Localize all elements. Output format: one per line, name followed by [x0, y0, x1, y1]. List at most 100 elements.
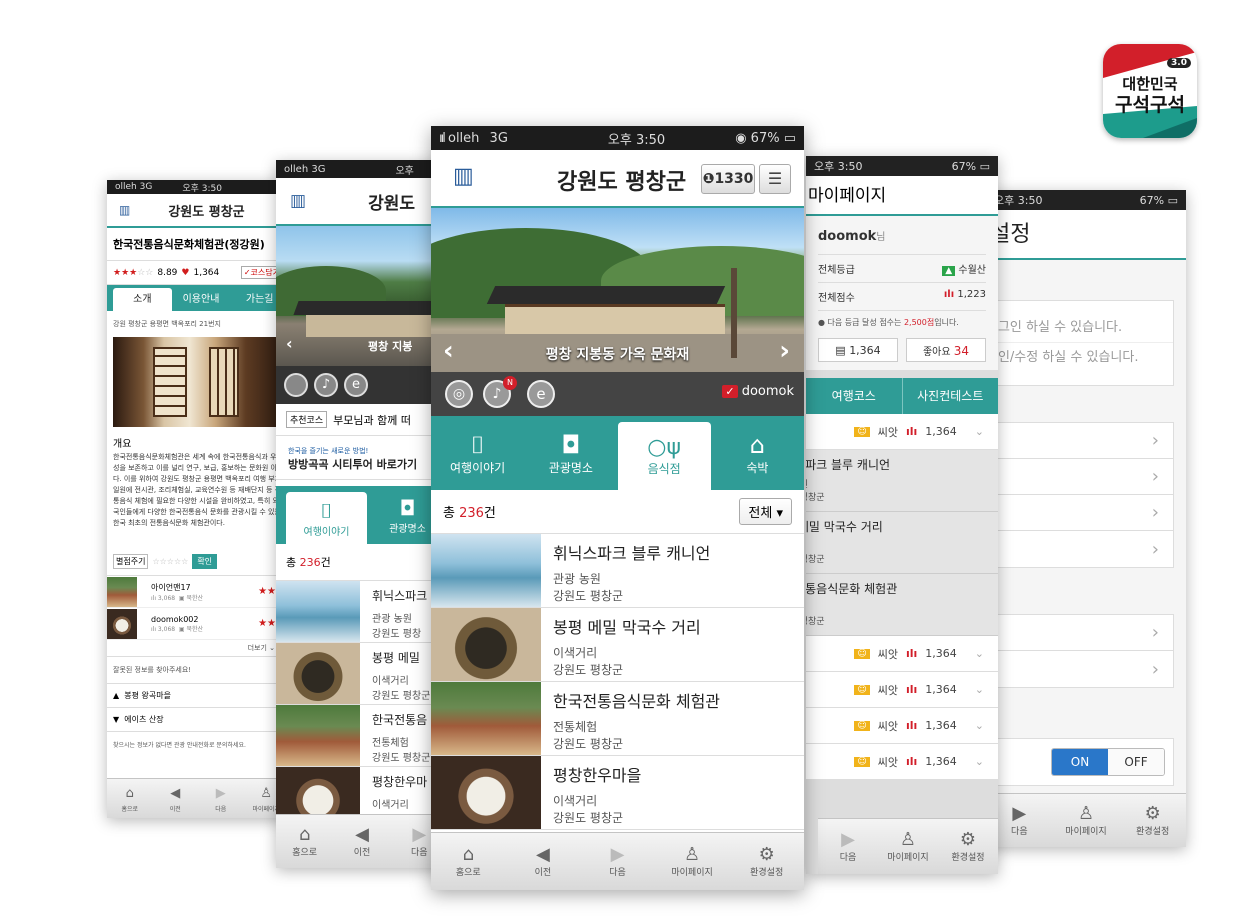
tab-home[interactable]: ⌂ 홈으로 [431, 833, 506, 890]
category-attractions[interactable]: ◘ 관광명소 [524, 416, 617, 490]
tab-usage[interactable]: 이용안내 [172, 288, 231, 311]
result-count: 총 236건 [443, 506, 496, 521]
tab-settings[interactable]: ⚙ 환경설정 [729, 833, 804, 890]
tab-intro[interactable]: 소개 [113, 288, 172, 311]
tab-next[interactable]: ▶ 다음 [580, 833, 655, 890]
tab-back[interactable]: ◀ 이전 [333, 815, 390, 868]
next-grade-note: ● 다음 등급 달성 점수는 2,500점입니다. [818, 310, 986, 334]
e-icon[interactable]: e [344, 373, 368, 397]
tab-mypage[interactable]: ♙ 마이페이지 [1053, 794, 1120, 847]
tab-next[interactable]: ▶ 다음 [198, 779, 244, 818]
tab-settings[interactable]: ⚙ 환경설정 [1119, 794, 1186, 847]
mypage-screen: 오후 3:50 67% ▭ 마이페이지 doomok님 전체등급 ▲ 수월산 전체… [806, 156, 998, 874]
item-category: 전통체험 [553, 720, 598, 734]
hotline-button[interactable]: ❶1330 [701, 164, 755, 194]
category-lodging[interactable]: ⌂ 숙박 [711, 416, 804, 490]
mic-icon[interactable]: ♪ N [483, 376, 517, 408]
stat-button[interactable]: ▤ 1,364 [818, 338, 898, 362]
item-category: 이색거리 [372, 676, 409, 687]
settings-row[interactable]: › [986, 651, 1173, 687]
more-link[interactable]: 더보기 ⌄ [107, 640, 289, 656]
nearby-link[interactable]: ▼ 에이츠 산장 [107, 707, 289, 732]
mic-icon[interactable]: ♪ [314, 373, 338, 397]
list-item[interactable]: 봉평 메밀 막국수 거리이색거리강원도 평창군 [431, 608, 804, 682]
tab-mypage[interactable]: ♙ 마이페이지 [655, 833, 730, 890]
list-item[interactable]: ☺ 씨앗 ılı 1,364 ⌄ [806, 636, 998, 672]
list-item[interactable]: 휘닉스파크 블루 캐니언관광 농원강원도 평창군 [431, 534, 804, 608]
settings-row[interactable]: › [986, 615, 1173, 651]
category-travel-story[interactable]: ⌷ 여행이야기 [286, 492, 367, 544]
settings-screen: 오후 3:50 67% ▭ 설정 로그인 하실 수 있습니다. 확인/수정 하실… [986, 190, 1186, 847]
chevron-icon[interactable]: ⌄ [975, 425, 984, 438]
login-hint-box: 로그인 하실 수 있습니다. 확인/수정 하실 수 있습니다. [986, 300, 1174, 386]
tab-home[interactable]: ⌂ 홈으로 [276, 815, 333, 868]
citytour-banner[interactable]: 한국을 즐기는 새로운 방법! 방방곡곡 시티투어 바로가기 [276, 442, 448, 480]
tab-home[interactable]: ⌂ 홈으로 [107, 779, 153, 818]
list-item[interactable]: 평창한우마을 이색거리 강원도 평창군 [431, 756, 804, 830]
prev-arrow[interactable]: ‹ [286, 334, 293, 353]
settings-row[interactable]: › [986, 531, 1173, 567]
nearby-link[interactable]: ▲ 봉평 왕곡마을 [107, 683, 289, 707]
place-thumbnail [276, 705, 360, 766]
toggle-on[interactable]: ON [1052, 749, 1108, 775]
doomok-button[interactable]: ✓ doomok [722, 384, 794, 399]
tab-photo-contest[interactable]: 사진컨테스트 [903, 378, 999, 414]
settings-row[interactable]: › [986, 459, 1173, 495]
suitcase-icon: ⌷ [470, 430, 485, 459]
bar-logo-icon: ▥ [119, 203, 131, 217]
bar-icon: ılı [905, 719, 918, 732]
tab-back[interactable]: ◀ 이전 [153, 779, 199, 818]
list-item[interactable]: 휘닉스파크 관광 농원 강원도 평창 [276, 581, 448, 643]
list-item[interactable]: ☺ 씨앗 ılı 1,364 ⌄ [806, 744, 998, 780]
chevron-icon[interactable]: ⌄ [975, 647, 984, 660]
chevron-icon[interactable]: ⌄ [975, 719, 984, 732]
seed-icon: ☺ [854, 720, 870, 731]
photo-toolbar: ◎ ♪ N e ✓ doomok [431, 372, 804, 416]
user-icon: ♙ [260, 786, 273, 801]
list-item[interactable]: 봉평 메밀 이색거리 강원도 평창군 [276, 643, 448, 705]
likes-button[interactable]: 좋아요 34 [906, 338, 986, 362]
compass-icon[interactable]: ◎ [445, 380, 473, 408]
chevron-icon[interactable]: ⌄ [975, 683, 984, 696]
rate-stars[interactable]: ☆☆☆☆☆ [152, 557, 188, 566]
settings-row[interactable]: › [986, 495, 1173, 531]
filter-dropdown[interactable]: 전체 ▾ [739, 498, 792, 525]
grade-row: 전체등급 ▲ 수월산 [818, 254, 986, 282]
chevron-icon[interactable]: ⌄ [975, 755, 984, 768]
list-item[interactable]: ☺ 씨앗 ılı 1,364 ⌄ [806, 708, 998, 744]
on-off-toggle[interactable]: ON OFF [1051, 748, 1165, 776]
logo-line2: 구석구석 [1115, 94, 1185, 116]
e-icon[interactable]: e [527, 380, 555, 408]
bar-icon: ılı [905, 755, 918, 768]
rate-row: 별점주기 ☆☆☆☆☆ 확인 [107, 540, 289, 576]
list-item[interactable]: ☺ 씨앗 ılı 1,364 ⌄ [806, 414, 998, 450]
list-item[interactable]: 한국전통음식문화 체험관전통체험강원도 평창군 [806, 574, 998, 636]
hero-photo: ‹ 평창 지봉 [276, 226, 448, 366]
list-item[interactable]: 한국전통음식문화 체험관전통체험강원도 평창군 [431, 682, 804, 756]
list-item[interactable]: 봉평 메밀 막국수 거리이색거리강원도 평창군 [806, 512, 998, 574]
settings-row[interactable]: › [986, 423, 1173, 459]
recommend-row[interactable]: 추천코스 부모님과 함께 떠 [276, 404, 448, 436]
toggle-off[interactable]: OFF [1108, 749, 1164, 775]
category-restaurants[interactable]: ○ψ 음식점 [617, 422, 711, 490]
bar-logo-icon[interactable]: ▥ [453, 164, 474, 189]
tab-next[interactable]: ▶ 다음 [818, 819, 878, 874]
doomok-icon: ✓ [722, 385, 738, 398]
item-title: 휘닉스파크 블루 캐니언 [553, 544, 711, 563]
score-row: 전체점수 ılı 1,223 [818, 282, 986, 310]
tab-mypage[interactable]: ♙ 마이페이지 [878, 819, 938, 874]
place-thumbnail [431, 608, 541, 681]
confirm-button[interactable]: 확인 [192, 554, 218, 569]
list-item[interactable]: 한국전통음 전통체험 강원도 평창군 [276, 705, 448, 767]
category-travel-story[interactable]: ⌷ 여행이야기 [431, 416, 524, 490]
tab-back[interactable]: ◀ 이전 [506, 833, 581, 890]
profile-card: doomok님 전체등급 ▲ 수월산 전체점수 ılı 1,223 ● 다음 등급 … [806, 216, 998, 370]
compass-icon[interactable] [284, 373, 308, 397]
home-screen: olleh 3G 오후 ▥ 강원도 ‹ 평창 지봉 ♪ e 추천코스 부모님과 … [276, 160, 448, 868]
tab-travel-course[interactable]: 여행코스 [806, 378, 903, 414]
tab-settings[interactable]: ⚙ 환경설정 [938, 819, 998, 874]
item-category: 이색거리 [553, 794, 598, 808]
menu-button[interactable]: ☰ [759, 164, 791, 194]
list-item[interactable]: ☺ 씨앗 ılı 1,364 ⌄ [806, 672, 998, 708]
list-item[interactable]: 휘닉스파크 블루 캐니언관광 농원강원도 평창군 [806, 450, 998, 512]
